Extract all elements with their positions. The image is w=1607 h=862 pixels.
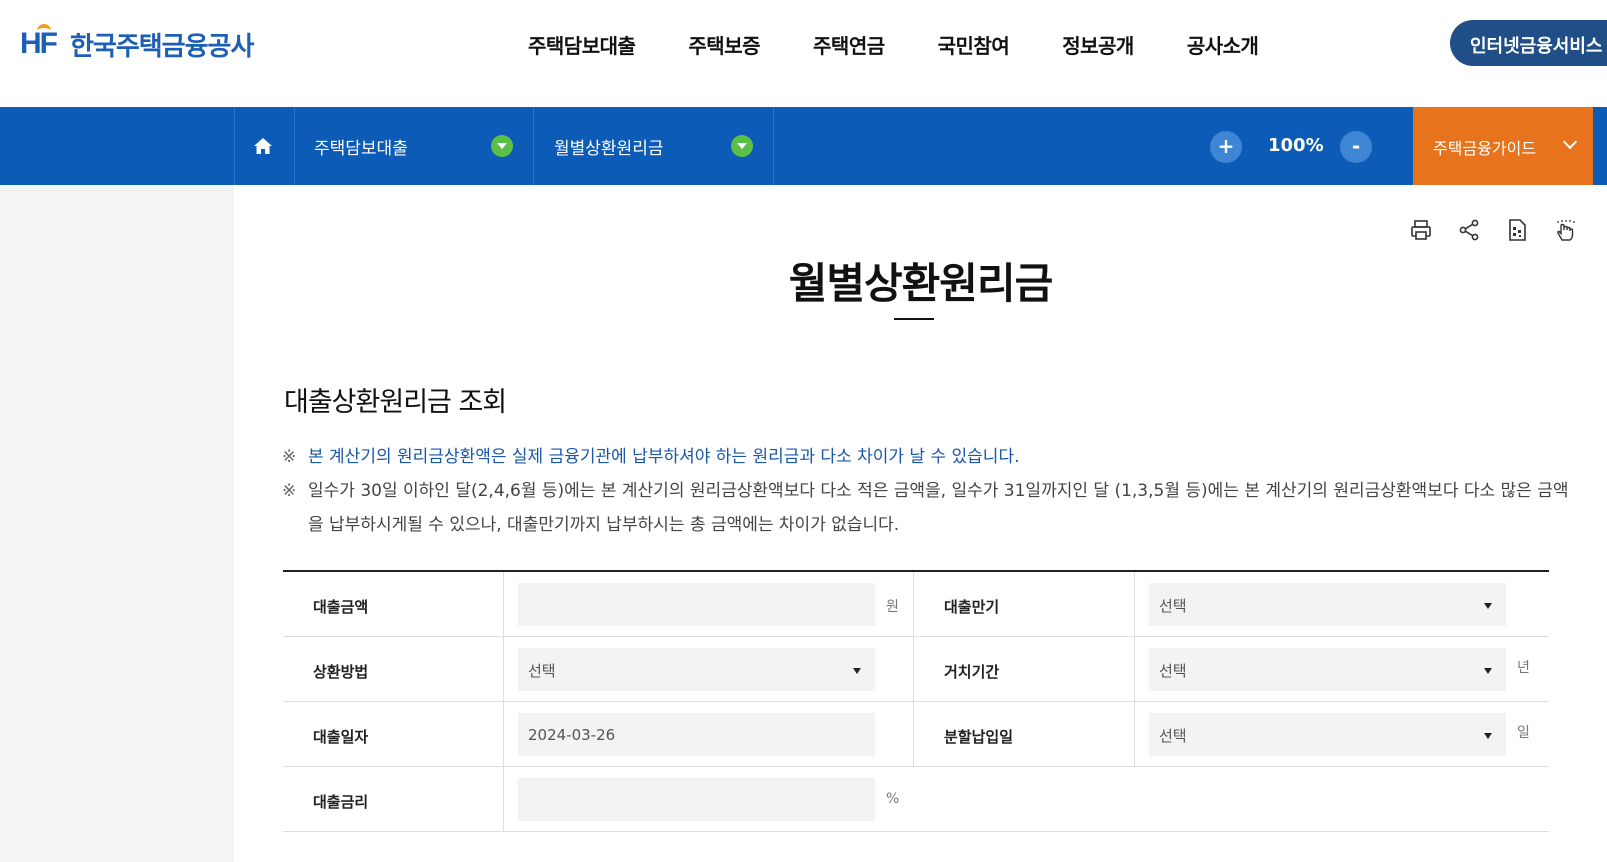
form-row: 대출금리 % bbox=[283, 767, 1549, 832]
loan-date-cell bbox=[504, 702, 914, 766]
logo-text: 한국주택금융공사 bbox=[70, 31, 254, 62]
payment-day-select[interactable]: 선택 bbox=[1149, 713, 1506, 756]
divider bbox=[533, 107, 534, 185]
interest-rate-cell: % bbox=[504, 767, 914, 831]
gnb-about[interactable]: 공사소개 bbox=[1187, 30, 1259, 59]
divider bbox=[294, 107, 295, 185]
unit-day: 일 bbox=[1517, 725, 1530, 741]
zoom-out-button[interactable]: - bbox=[1340, 131, 1372, 163]
form-row: 상환방법 선택 거치기간 선택 년 bbox=[283, 637, 1549, 702]
note-mark: ※ bbox=[282, 481, 297, 501]
payment-day-value: 선택 bbox=[1159, 727, 1187, 745]
loan-amount-input[interactable] bbox=[518, 583, 875, 626]
site-logo[interactable]: HF 한국주택금융공사 bbox=[20, 24, 254, 64]
chevron-down-icon bbox=[1562, 134, 1578, 150]
repay-method-select[interactable]: 선택 bbox=[518, 648, 875, 691]
form-row: 대출금액 원 대출만기 선택 bbox=[283, 572, 1549, 637]
grace-period-label: 거치기간 bbox=[914, 637, 1135, 701]
loan-term-label: 대출만기 bbox=[914, 572, 1135, 636]
title-underline bbox=[894, 318, 934, 320]
loan-amount-cell: 원 bbox=[504, 572, 914, 636]
interest-rate-label: 대출금리 bbox=[283, 767, 504, 831]
gnb-housing-guarantee[interactable]: 주택보증 bbox=[688, 30, 760, 59]
notice-item: ※ 본 계산기의 원리금상환액은 실제 금융기관에 납부하셔야 하는 원리금과 … bbox=[282, 440, 1572, 474]
hf-logo-icon: HF bbox=[20, 24, 62, 61]
gnb-mortgage-loan[interactable]: 주택담보대출 bbox=[528, 30, 636, 59]
qr-code-icon[interactable] bbox=[1505, 218, 1529, 242]
grace-period-select[interactable]: 선택 bbox=[1149, 648, 1506, 691]
grace-period-cell: 선택 년 bbox=[1135, 637, 1549, 701]
form-row: 대출일자 분할납입일 선택 일 bbox=[283, 702, 1549, 767]
breadcrumb-mortgage-loan[interactable]: 주택담보대출 bbox=[314, 134, 408, 159]
divider bbox=[773, 107, 774, 185]
guide-label: 주택금융가이드 bbox=[1433, 139, 1537, 158]
loan-date-input[interactable] bbox=[518, 713, 875, 756]
grace-period-value: 선택 bbox=[1159, 662, 1187, 680]
notice-item: ※ 일수가 30일 이하인 달(2,4,6월 등)에는 본 계산기의 원리금상환… bbox=[282, 474, 1572, 542]
unit-year: 년 bbox=[1517, 660, 1530, 676]
page-title: 월별상환원리금 bbox=[788, 259, 1053, 308]
location-bar: 주택담보대출 월별상환원리금 + 100% - 주택금융가이드 bbox=[0, 107, 1607, 185]
repay-method-cell: 선택 bbox=[504, 637, 914, 701]
breadcrumb-dropdown-toggle[interactable] bbox=[731, 135, 753, 157]
unit-percent: % bbox=[886, 791, 900, 807]
breadcrumb-dropdown-toggle[interactable] bbox=[491, 135, 513, 157]
loan-date-label: 대출일자 bbox=[283, 702, 504, 766]
home-icon[interactable] bbox=[253, 136, 273, 156]
share-icon[interactable] bbox=[1457, 218, 1481, 242]
gnb-housing-pension[interactable]: 주택연금 bbox=[813, 30, 885, 59]
notice-text: 일수가 30일 이하인 달(2,4,6월 등)에는 본 계산기의 원리금상환액보… bbox=[308, 481, 1569, 535]
payment-day-label: 분할납입일 bbox=[914, 702, 1135, 766]
internet-finance-service-button[interactable]: 인터넷금융서비스 bbox=[1450, 20, 1607, 66]
divider bbox=[234, 107, 235, 185]
section-title: 대출상환원리금 조회 bbox=[284, 387, 507, 418]
touch-hand-icon[interactable] bbox=[1553, 218, 1577, 242]
page-tools bbox=[1385, 218, 1577, 242]
payment-day-cell: 선택 일 bbox=[1135, 702, 1549, 766]
repay-method-label: 상환방법 bbox=[283, 637, 504, 701]
gnb-information-disclosure[interactable]: 정보공개 bbox=[1062, 30, 1134, 59]
notice-text: 본 계산기의 원리금상환액은 실제 금융기관에 납부하셔야 하는 원리금과 다소… bbox=[308, 447, 1020, 467]
repayment-calculator-form: 대출금액 원 대출만기 선택 상환방법 선택 거치기간 선택 년 대출일자 20… bbox=[283, 570, 1549, 832]
housing-finance-guide-button[interactable]: 주택금융가이드 bbox=[1413, 107, 1593, 185]
loan-term-select[interactable]: 선택 bbox=[1149, 583, 1506, 626]
gnb-public-participation[interactable]: 국민참여 bbox=[938, 30, 1010, 59]
notice-list: ※ 본 계산기의 원리금상환액은 실제 금융기관에 납부하셔야 하는 원리금과 … bbox=[282, 440, 1572, 542]
zoom-level: 100% bbox=[1268, 135, 1324, 156]
note-mark: ※ bbox=[282, 447, 297, 467]
interest-rate-input[interactable] bbox=[518, 778, 875, 821]
print-icon[interactable] bbox=[1409, 218, 1433, 242]
loan-term-value: 선택 bbox=[1159, 597, 1187, 615]
zoom-in-button[interactable]: + bbox=[1210, 131, 1242, 163]
loan-amount-label: 대출금액 bbox=[283, 572, 504, 636]
site-header: HF 한국주택금융공사 주택담보대출 주택보증 주택연금 국민참여 정보공개 공… bbox=[0, 0, 1607, 107]
unit-won: 원 bbox=[886, 599, 899, 615]
main-content: 월별상환원리금 대출상환원리금 조회 ※ 본 계산기의 원리금상환액은 실제 금… bbox=[234, 185, 1607, 862]
repay-method-value: 선택 bbox=[528, 662, 556, 680]
loan-term-cell: 선택 bbox=[1135, 572, 1549, 636]
global-nav: 주택담보대출 주택보증 주택연금 국민참여 정보공개 공사소개 bbox=[528, 30, 1311, 59]
breadcrumb-monthly-repayment[interactable]: 월별상환원리금 bbox=[554, 134, 663, 159]
